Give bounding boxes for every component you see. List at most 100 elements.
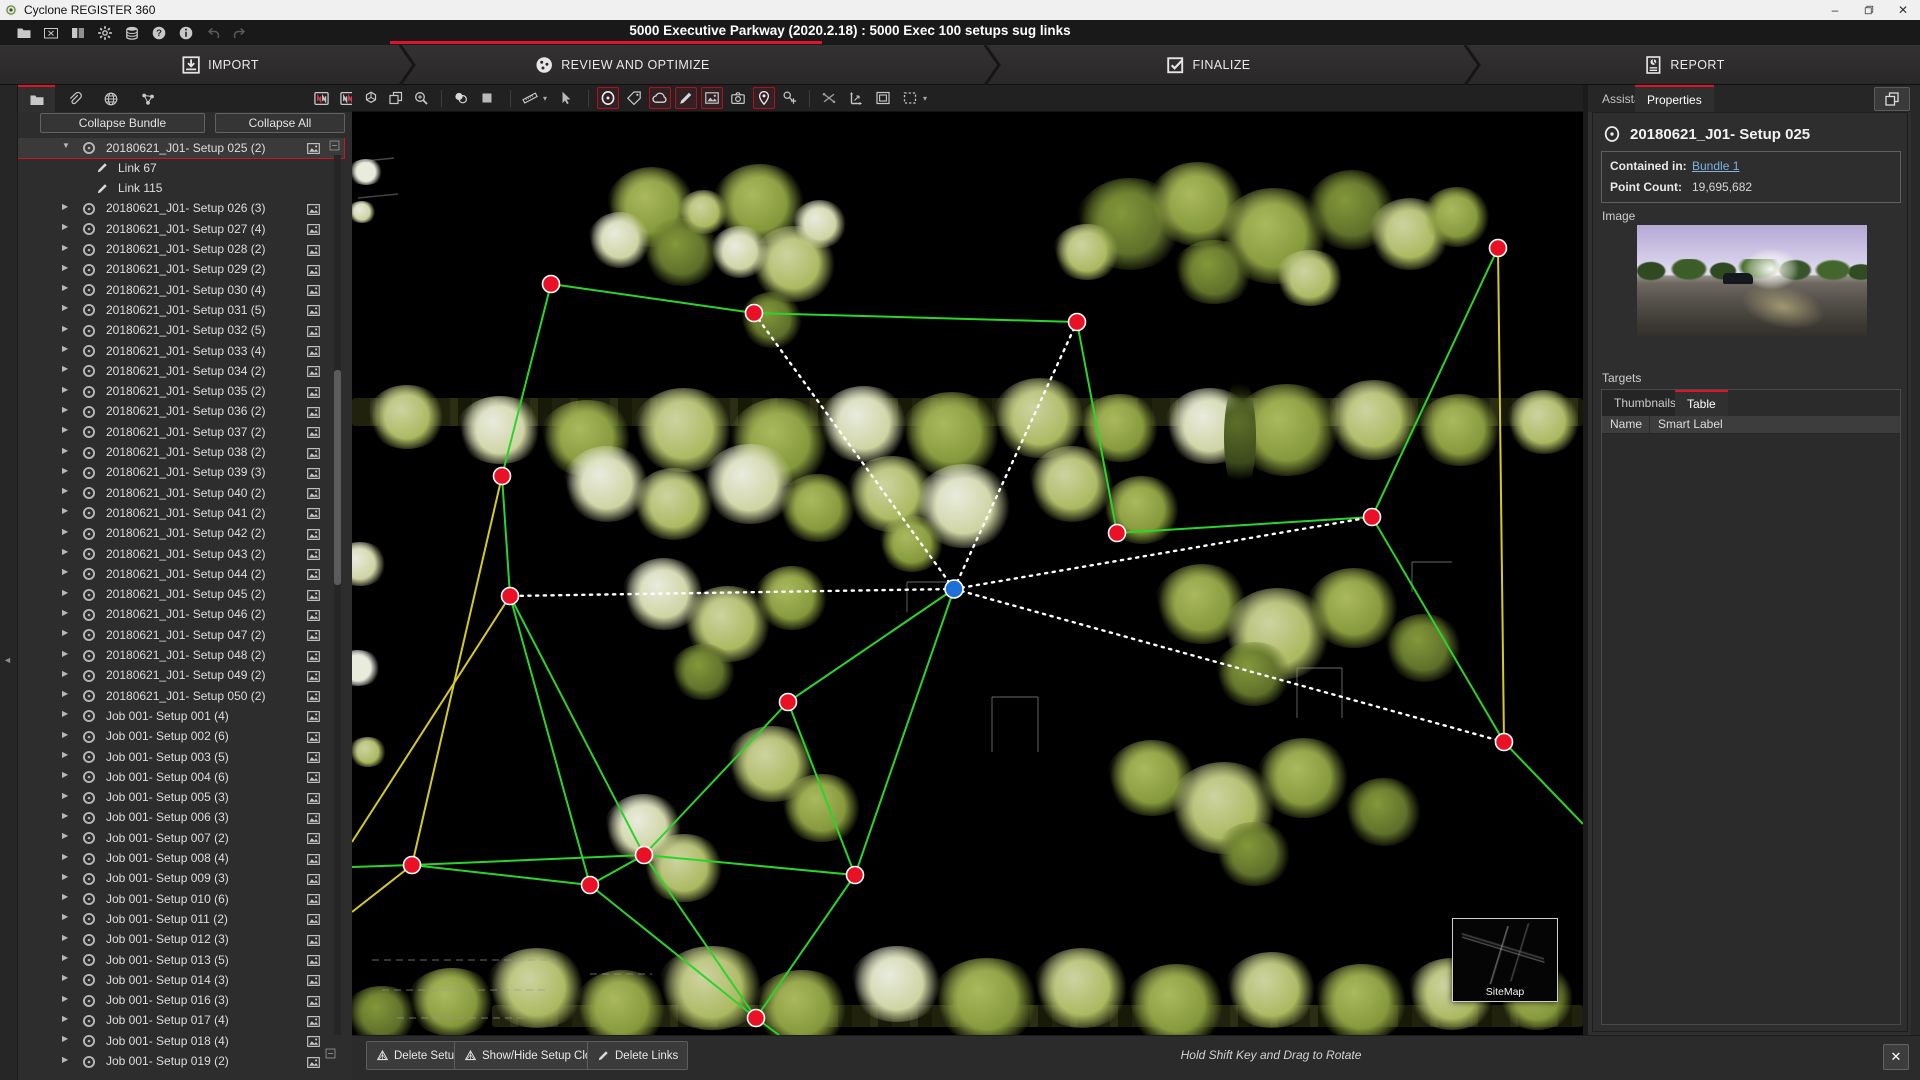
tree-setup-item[interactable]: ▶Job 001- Setup 003 (5)	[18, 747, 344, 767]
tree-setup-item[interactable]: ▶20180621_J01- Setup 047 (2)	[18, 625, 344, 645]
zoom-region-icon[interactable]	[410, 87, 432, 109]
show-cameras-icon[interactable]	[727, 87, 749, 109]
setup-thumbnail-icon[interactable]	[306, 405, 321, 419]
setup-node[interactable]	[1364, 509, 1381, 526]
setup-thumbnail-icon[interactable]	[306, 364, 321, 378]
show-geotags-icon[interactable]	[753, 87, 775, 109]
setup-thumbnail-icon[interactable]	[306, 709, 321, 723]
setup-thumbnail-icon[interactable]	[306, 608, 321, 622]
layout-panels-button[interactable]	[1874, 87, 1910, 111]
setup-node[interactable]	[1490, 240, 1507, 257]
setup-node[interactable]	[404, 857, 421, 874]
tree-setup-item[interactable]: ▶Job 001- Setup 012 (3)	[18, 930, 344, 950]
setup-node[interactable]	[543, 276, 560, 293]
caret-right-icon[interactable]: ▶	[62, 446, 68, 455]
detach-panel-icon[interactable]	[328, 139, 341, 152]
tree-setup-item[interactable]: ▶20180621_J01- Setup 050 (2)	[18, 686, 344, 706]
minimize-button[interactable]: –	[1818, 0, 1852, 20]
setup-node[interactable]	[1069, 314, 1086, 331]
sidebar-scrollbar[interactable]	[334, 155, 341, 1035]
setup-node[interactable]	[746, 305, 763, 322]
project-explorer-tab[interactable]	[18, 85, 55, 112]
show-clouds-icon[interactable]	[649, 87, 671, 109]
tree-setup-item[interactable]: ▶20180621_J01- Setup 031 (5)	[18, 300, 344, 320]
caret-right-icon[interactable]: ▶	[62, 324, 68, 333]
setup-thumbnail-icon[interactable]	[306, 831, 321, 845]
setup-node[interactable]	[636, 847, 653, 864]
setup-thumbnail-icon[interactable]	[306, 486, 321, 500]
tree-setup-item[interactable]: ▶20180621_J01- Setup 033 (4)	[18, 341, 344, 361]
tree-link-item[interactable]: Link 67	[18, 158, 344, 178]
setup-thumbnail-icon[interactable]	[306, 283, 321, 297]
tree-setup-item[interactable]: ▶20180621_J01- Setup 035 (2)	[18, 382, 344, 402]
caret-right-icon[interactable]: ▶	[62, 202, 68, 211]
tree-setup-item[interactable]: ▶Job 001- Setup 007 (2)	[18, 828, 344, 848]
caret-right-icon[interactable]: ▶	[62, 973, 68, 982]
setup-thumbnail-icon[interactable]	[306, 912, 321, 926]
caret-right-icon[interactable]: ▶	[62, 567, 68, 576]
workflow-tab-finalize[interactable]: FINALIZE	[1165, 45, 1250, 85]
caret-right-icon[interactable]: ▶	[62, 547, 68, 556]
tree-setup-item[interactable]: ▶Job 001- Setup 001 (4)	[18, 706, 344, 726]
setup-thumbnail-icon[interactable]	[306, 202, 321, 216]
tree-setup-item[interactable]: ▶Job 001- Setup 002 (6)	[18, 727, 344, 747]
tab-properties[interactable]: Properties	[1635, 85, 1714, 112]
setup-thumbnail-icon[interactable]	[306, 953, 321, 967]
tree-setup-item[interactable]: ▶20180621_J01- Setup 030 (4)	[18, 280, 344, 300]
setup-thumbnail-icon[interactable]	[306, 344, 321, 358]
close-button[interactable]: ✕	[1886, 0, 1920, 20]
setup-thumbnail-icon[interactable]	[306, 628, 321, 642]
tree-setup-item[interactable]: ▶20180621_J01- Setup 029 (2)	[18, 260, 344, 280]
tree-setup-item[interactable]: ▶20180621_J01- Setup 042 (2)	[18, 524, 344, 544]
undo-icon[interactable]	[199, 22, 226, 43]
tree-setup-item[interactable]: ▶Job 001- Setup 008 (4)	[18, 849, 344, 869]
tree-setup-item[interactable]: ▶20180621_J01- Setup 040 (2)	[18, 483, 344, 503]
tree-setup-item[interactable]: ▶Job 001- Setup 005 (3)	[18, 788, 344, 808]
caret-right-icon[interactable]: ▶	[62, 303, 68, 312]
tree-setup-item[interactable]: ▶20180621_J01- Setup 048 (2)	[18, 646, 344, 666]
collapse-bundle-button[interactable]: Collapse Bundle	[40, 113, 205, 133]
switch-view-left-icon[interactable]	[310, 87, 333, 110]
rotate-view-icon[interactable]	[360, 87, 382, 109]
workflow-tab-import[interactable]: IMPORT	[181, 45, 259, 85]
workflow-tab-report[interactable]: REPORT	[1643, 45, 1724, 85]
tree-setup-item[interactable]: ▶20180621_J01- Setup 044 (2)	[18, 564, 344, 584]
tree-setup-item[interactable]: ▶20180621_J01- Setup 032 (5)	[18, 321, 344, 341]
setup-thumbnail-icon[interactable]	[306, 1034, 321, 1048]
caret-right-icon[interactable]: ▶	[62, 588, 68, 597]
caret-right-icon[interactable]: ▶	[62, 649, 68, 658]
delete-links-button[interactable]: Delete Links	[587, 1041, 688, 1070]
tree-setup-item[interactable]: ▶20180621_J01- Setup 041 (2)	[18, 503, 344, 523]
tree-setup-item[interactable]: ▶Job 001- Setup 018 (4)	[18, 1031, 344, 1051]
point-cloud-viewport[interactable]: SiteMap	[352, 112, 1583, 1035]
tree-setup-item[interactable]: ▶20180621_J01- Setup 045 (2)	[18, 585, 344, 605]
setup-node[interactable]	[494, 468, 511, 485]
caret-right-icon[interactable]: ▶	[62, 730, 68, 739]
caret-right-icon[interactable]: ▶	[62, 222, 68, 231]
tree-setup-item[interactable]: ▶Job 001- Setup 009 (3)	[18, 869, 344, 889]
tree-setup-item[interactable]: ▶Job 001- Setup 014 (3)	[18, 970, 344, 990]
setup-node[interactable]	[1109, 525, 1126, 542]
caret-right-icon[interactable]: ▶	[62, 872, 68, 881]
setup-thumbnail-icon[interactable]	[306, 466, 321, 480]
bundle-link[interactable]: Bundle 1	[1692, 159, 1739, 173]
caret-right-icon[interactable]: ▶	[62, 750, 68, 759]
tree-link-item[interactable]: Link 115	[18, 179, 344, 199]
auto-link-icon[interactable]	[818, 87, 840, 109]
tree-setup-item[interactable]: ▶Job 001- Setup 017 (4)	[18, 1011, 344, 1031]
tree-setup-item[interactable]: ▶Job 001- Setup 016 (3)	[18, 991, 344, 1011]
setup-thumbnail-icon[interactable]	[306, 506, 321, 520]
collapse-all-button[interactable]: Collapse All	[215, 113, 345, 133]
caret-right-icon[interactable]: ▶	[62, 933, 68, 942]
settings-icon[interactable]	[91, 22, 118, 43]
caret-right-icon[interactable]: ▶	[62, 608, 68, 617]
show-labels-icon[interactable]	[623, 87, 645, 109]
caret-right-icon[interactable]: ▶	[62, 811, 68, 820]
attachments-tab[interactable]	[55, 85, 92, 112]
caret-right-icon[interactable]: ▶	[62, 628, 68, 637]
setup-thumbnail-icon[interactable]	[306, 770, 321, 784]
bundle-graph-tab[interactable]	[129, 85, 166, 112]
setup-thumbnail-icon[interactable]	[306, 324, 321, 338]
close-view-button[interactable]: ✕	[1883, 1044, 1909, 1070]
caret-right-icon[interactable]: ▶	[62, 1055, 68, 1064]
